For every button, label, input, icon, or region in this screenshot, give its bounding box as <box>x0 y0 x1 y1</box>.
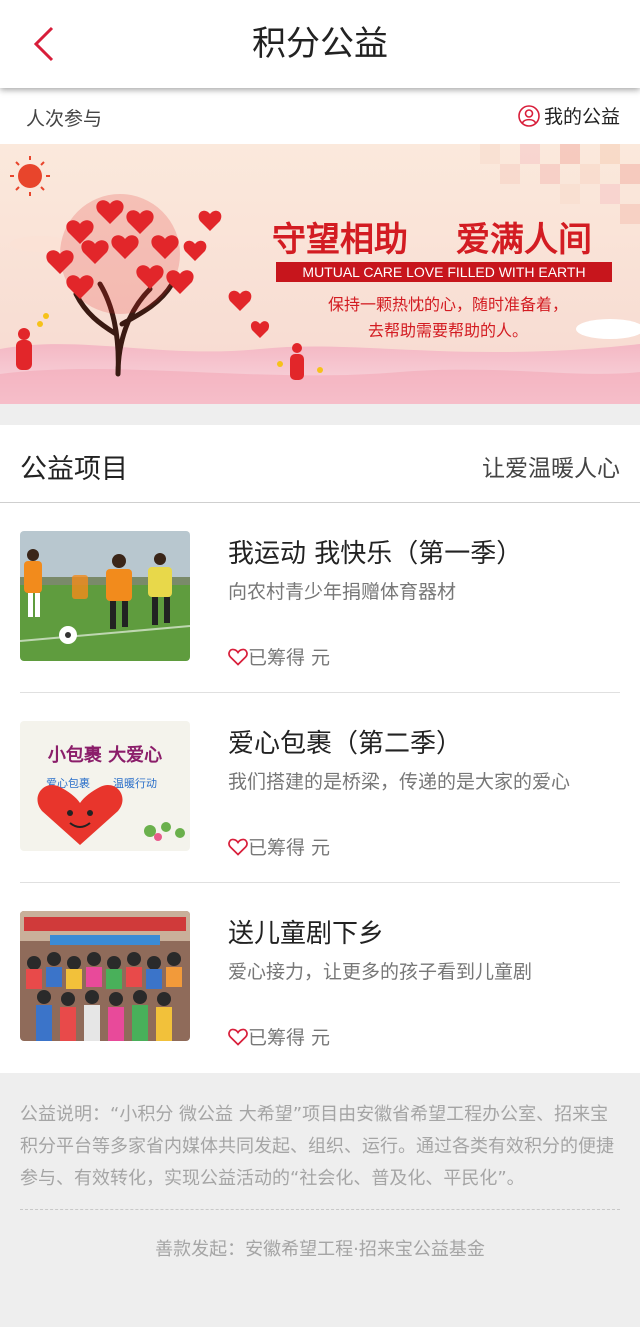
banner-headline-2: 爱满人间 <box>456 220 592 260</box>
hero-banner[interactable]: 守望相助 爱满人间 MUTUAL CARE LOVE FILLED WITH E… <box>0 144 640 404</box>
banner-tagline-1: 保持一颗热忱的心，随时准备着， <box>328 295 568 314</box>
section-slogan: 让爱温暖人心 <box>482 456 620 482</box>
project-description: 爱心接力，让更多的孩子看到儿童剧 <box>228 961 533 983</box>
project-title: 爱心包裹（第二季） <box>228 729 463 759</box>
project-raised: 已筹得 元 <box>228 1023 330 1050</box>
stats-bar: 人次参与 我的公益 <box>0 88 640 144</box>
heart-outline-icon <box>228 838 248 856</box>
project-title: 我运动 我快乐（第一季） <box>228 539 523 569</box>
my-charity-link[interactable]: 我的公益 <box>518 102 620 129</box>
top-nav-bar: 积分公益 <box>0 0 640 88</box>
project-item[interactable]: 我运动 我快乐（第一季） 向农村青少年捐赠体育器材 已筹得 元 <box>0 503 640 693</box>
project-thumbnail-children-crowd <box>20 911 190 1041</box>
banner-tagline-2: 去帮助需要帮助的人。 <box>368 321 528 340</box>
project-raised: 已筹得 元 <box>228 833 330 860</box>
initiator-text: 善款发起：安徽希望工程·招来宝公益基金 <box>155 1239 485 1260</box>
raised-label: 已筹得 <box>248 837 306 859</box>
thumb-subtitle-2: 温暖行动 <box>113 777 157 790</box>
project-description: 向农村青少年捐赠体育器材 <box>228 581 457 603</box>
heart-outline-icon <box>228 648 248 666</box>
raised-label: 已筹得 <box>248 647 306 669</box>
chevron-left-icon <box>33 26 54 62</box>
footer: 公益说明：“小积分 微公益 大希望”项目由安徽省希望工程办公室、招来宝积分平台等… <box>0 1073 640 1327</box>
user-icon <box>518 104 540 127</box>
project-thumbnail-parcel: 小包裹 大爱心 爱心包裹 温暖行动 <box>20 721 190 851</box>
raised-unit: 元 <box>311 1027 331 1049</box>
project-thumbnail-football <box>20 531 190 661</box>
banner-english-line: MUTUAL CARE LOVE FILLED WITH EARTH <box>302 264 585 280</box>
raised-label: 已筹得 <box>248 1027 306 1049</box>
page-title: 积分公益 <box>252 24 388 64</box>
charity-description: 公益说明：“小积分 微公益 大希望”项目由安徽省希望工程办公室、招来宝积分平台等… <box>20 1104 614 1189</box>
heart-outline-icon <box>228 1028 248 1046</box>
my-charity-label: 我的公益 <box>543 106 620 128</box>
project-item[interactable]: 小包裹 大爱心 爱心包裹 温暖行动 爱心包裹（第二季） 我们搭建的是桥梁，传递的… <box>0 693 640 883</box>
section-title: 公益项目 <box>20 454 128 485</box>
project-list: 我运动 我快乐（第一季） 向农村青少年捐赠体育器材 已筹得 元 小包裹 大爱心 … <box>0 503 640 1073</box>
project-item[interactable]: 送儿童剧下乡 爱心接力，让更多的孩子看到儿童剧 已筹得 元 <box>0 883 640 1073</box>
banner-headline-1: 守望相助 <box>272 220 408 260</box>
thumb-title: 小包裹 大爱心 <box>48 744 162 766</box>
raised-unit: 元 <box>311 837 331 859</box>
back-button[interactable] <box>26 24 66 64</box>
project-raised: 已筹得 元 <box>228 643 330 670</box>
projects-section-header: 公益项目 让爱温暖人心 <box>0 425 640 503</box>
raised-unit: 元 <box>311 647 331 669</box>
project-title: 送儿童剧下乡 <box>228 919 385 949</box>
dashed-divider <box>20 1209 620 1210</box>
project-description: 我们搭建的是桥梁，传递的是大家的爱心 <box>228 771 571 793</box>
participants-count: 人次参与 <box>26 108 103 130</box>
